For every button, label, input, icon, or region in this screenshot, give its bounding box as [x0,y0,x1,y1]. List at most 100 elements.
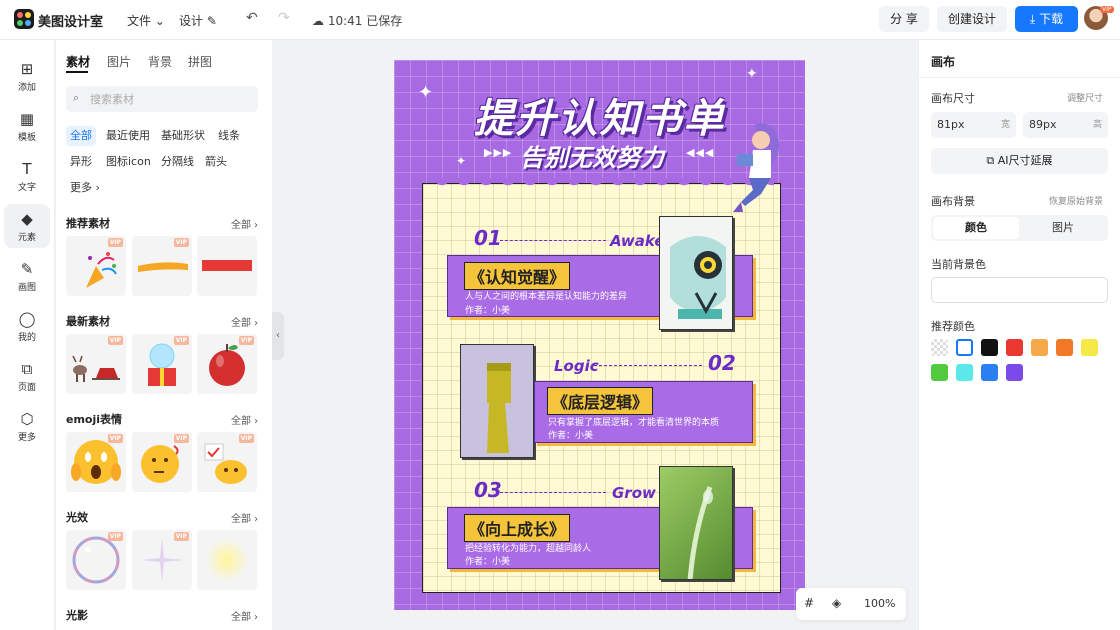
undo-icon[interactable]: ↶ [246,10,258,26]
tab-material[interactable]: 素材 [66,53,90,70]
chip-dividers[interactable]: 分隔线 [157,152,198,172]
nav-add[interactable]: ⊞ 添加 [4,54,50,98]
chevron-down-icon: ⌄ [154,14,165,28]
poster-subtitle[interactable]: 告别无效努力 [520,138,664,173]
see-all-link[interactable]: 全部 › [231,412,258,427]
search-input[interactable] [90,89,250,109]
book-cover-fist[interactable] [460,344,534,458]
chip-all[interactable]: 全部 [66,126,96,146]
material-thumb-brush-stroke[interactable]: VIP [132,236,192,296]
item-english[interactable]: Grow [612,484,656,502]
file-menu[interactable]: 文件 ⌄ [127,12,165,29]
nav-template[interactable]: ▦ 模板 [4,104,50,148]
item-english[interactable]: Logic [554,357,599,375]
reading-girl-illustration[interactable] [727,120,789,215]
swatch-blue[interactable] [981,364,998,381]
book-author[interactable]: 作者：小美 [465,554,510,567]
book-cover-plant[interactable] [659,466,733,580]
material-thumb-thinking-emoji[interactable]: VIP [132,432,192,492]
book-cover-robot[interactable] [659,216,733,330]
download-icon: ⤓ [1029,12,1036,26]
material-thumb-bubble[interactable]: VIP [66,530,126,590]
share-button[interactable]: 分 享 [879,6,929,32]
adjust-size-link[interactable]: 调整尺寸 [1067,91,1103,104]
swatch-black[interactable] [981,339,998,356]
item-number[interactable]: 02 [708,351,736,375]
material-thumb-red-bar[interactable] [197,236,257,296]
section-title-light-shadow: 光影 [66,609,88,622]
search-box[interactable]: ⌕ [66,86,258,112]
swatch-yellow[interactable] [1081,339,1098,356]
nav-elements[interactable]: ◆ 元素 [4,204,50,248]
material-thumb-apple[interactable]: VIP [197,334,257,394]
chip-arrows[interactable]: 箭头 [201,152,231,172]
save-status: ☁ 10:41 已保存 [312,12,402,29]
width-field[interactable]: 81px 宽 [931,112,1016,138]
material-thumb-sparkle[interactable]: VIP [132,530,192,590]
book-author[interactable]: 作者：小美 [548,428,593,441]
material-thumb-shocked-emoji[interactable]: VIP [66,432,126,492]
tab-collage[interactable]: 拼图 [188,53,212,70]
book-desc[interactable]: 人与人之间的根本差异是认知能力的差异 [465,289,627,302]
app-logo-icon[interactable] [14,9,34,29]
material-thumb-party-popper[interactable]: VIP [66,236,126,296]
chip-icons[interactable]: 图标icon [102,152,155,172]
swatch-transparent[interactable] [931,339,948,356]
nav-draw[interactable]: ✎ 画图 [4,254,50,298]
create-design-button[interactable]: 创建设计 [937,6,1007,32]
material-thumb-glow[interactable] [197,530,257,590]
material-thumb-chick-emoji[interactable]: VIP [197,432,257,492]
item-english[interactable]: Awake [610,232,665,250]
see-all-link[interactable]: 全部 › [231,608,258,623]
download-button[interactable]: ⤓ 下载 [1015,6,1078,32]
chip-irregular[interactable]: 异形 [66,152,96,172]
book-desc[interactable]: 把经验转化为能力，超越同龄人 [465,541,591,554]
grid-icon[interactable]: # [804,596,814,610]
nav-text[interactable]: T 文字 [4,154,50,198]
chip-basic-shapes[interactable]: 基础形状 [157,126,209,146]
redo-icon[interactable]: ↷ [278,10,290,26]
swatch-cyan[interactable] [956,364,973,381]
app-name[interactable]: 美图设计室 [38,11,103,30]
see-all-link[interactable]: 全部 › [231,510,258,525]
book-title[interactable]: 《底层逻辑》 [547,387,654,415]
ai-extend-label: AI尺寸延展 [997,154,1053,167]
design-menu[interactable]: 设计 ✎ [179,12,217,29]
see-all-link[interactable]: 全部 › [231,216,258,231]
chip-more[interactable]: 更多 › [66,178,104,198]
swatch-green[interactable] [931,364,948,381]
nav-page[interactable]: ⧉ 页面 [4,354,50,398]
height-field[interactable]: 89px 高 [1023,112,1108,138]
item-number[interactable]: 01 [474,226,502,250]
swatch-light-orange[interactable] [1031,339,1048,356]
restore-bg-link[interactable]: 恢复原始背景 [1049,194,1103,207]
ai-size-extend-button[interactable]: ⧉ AI尺寸延展 [931,148,1108,174]
material-thumb-sleigh[interactable]: VIP [66,334,126,394]
material-thumb-gift-snowglobe[interactable]: VIP [132,334,192,394]
book-title[interactable]: 《认知觉醒》 [464,262,571,290]
nav-mine[interactable]: ◯ 我的 [4,304,50,348]
current-bg-label: 当前背景色 [931,258,986,271]
collapse-panel-button[interactable]: ‹ [272,312,284,360]
zoom-level[interactable]: 100% [864,597,895,610]
tab-background[interactable]: 背景 [148,53,172,70]
see-all-label: 全部 [231,612,251,623]
swatch-white[interactable] [956,339,973,356]
seg-image[interactable]: 图片 [1020,217,1106,239]
book-author[interactable]: 作者：小美 [465,303,510,316]
swatch-orange[interactable] [1056,339,1073,356]
book-desc[interactable]: 只有掌握了底层逻辑，才能看清世界的本质 [548,415,719,428]
layers-icon[interactable]: ◈ [832,596,841,610]
tab-image[interactable]: 图片 [107,53,131,70]
chip-recent[interactable]: 最近使用 [102,126,154,146]
book-title[interactable]: 《向上成长》 [464,514,571,542]
swatch-red[interactable] [1006,339,1023,356]
see-all-link[interactable]: 全部 › [231,314,258,329]
chip-lines[interactable]: 线条 [214,126,244,146]
item-number[interactable]: 03 [474,478,502,502]
swatch-purple[interactable] [1006,364,1023,381]
nav-more[interactable]: ⬡ 更多 [4,404,50,448]
seg-color[interactable]: 颜色 [933,217,1019,239]
triangles-right-icon: ◀◀◀ [686,146,715,159]
current-bg-color-field[interactable] [931,277,1108,303]
